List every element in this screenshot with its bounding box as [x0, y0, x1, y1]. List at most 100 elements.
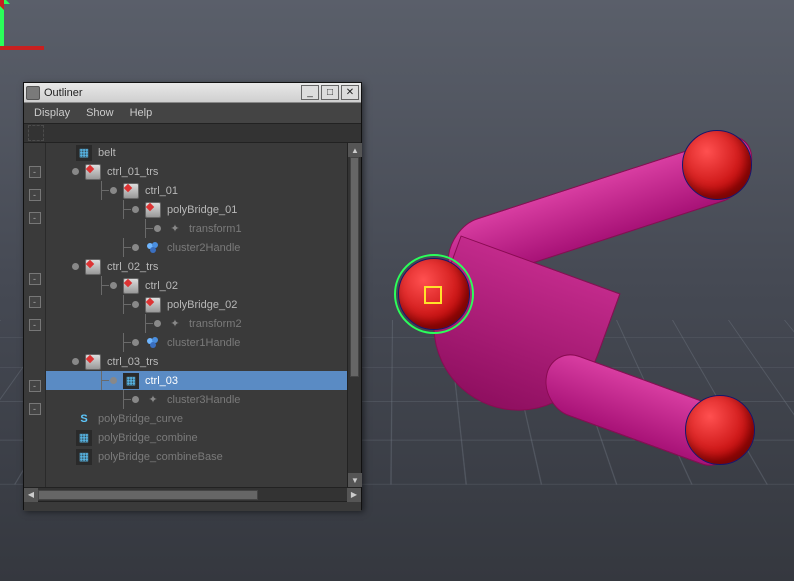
node-label: polyBridge_01	[165, 204, 237, 216]
tree-connector	[94, 276, 110, 295]
transform-icon: ✦	[145, 392, 161, 408]
tree-connector	[138, 314, 154, 333]
transform-group-icon	[145, 202, 161, 218]
connection-dot-icon	[154, 320, 161, 327]
node-label: polyBridge_combineBase	[96, 451, 223, 463]
node-label: cluster1Handle	[165, 337, 240, 349]
tree-connector	[116, 333, 132, 352]
menu-bar: Display Show Help	[24, 103, 361, 123]
expand-gutter: - - - - - - - -	[24, 143, 46, 487]
mesh-icon	[76, 449, 92, 465]
expand-toggle[interactable]: -	[29, 212, 41, 224]
tree-connector	[116, 200, 132, 219]
tree-row[interactable]: ctrl_01	[46, 181, 361, 200]
tree-connector	[94, 181, 110, 200]
maximize-button[interactable]: □	[321, 85, 339, 100]
node-label: belt	[96, 147, 116, 159]
tree-row[interactable]: ✦ transform2	[46, 314, 361, 333]
window-title: Outliner	[44, 87, 83, 99]
ctrl-01-mesh	[685, 395, 755, 465]
horizontal-scrollbar[interactable]: ◀ ▶	[24, 487, 361, 501]
tree-row[interactable]: cluster1Handle	[46, 333, 361, 352]
expand-toggle[interactable]: -	[29, 319, 41, 331]
titlebar[interactable]: Outliner _ □ ✕	[24, 83, 361, 103]
node-label: polyBridge_curve	[96, 413, 183, 425]
scroll-up-button[interactable]: ▲	[348, 143, 362, 157]
scroll-right-button[interactable]: ▶	[347, 488, 361, 502]
tree-row[interactable]: ctrl_02	[46, 276, 361, 295]
mesh-icon	[123, 373, 139, 389]
outliner-tree[interactable]: beltctrl_01_trsctrl_01polyBridge_01✦tran…	[46, 143, 361, 487]
node-label: cluster2Handle	[165, 242, 240, 254]
connection-dot-icon	[132, 339, 139, 346]
cluster-icon	[145, 335, 161, 351]
tree-row[interactable]: ctrl_01_trs	[46, 162, 361, 181]
expand-toggle[interactable]: -	[29, 189, 41, 201]
tree-connector	[94, 371, 110, 390]
menu-help[interactable]: Help	[130, 107, 153, 119]
node-label: ctrl_02_trs	[105, 261, 158, 273]
tree-row[interactable]: polyBridge_02	[46, 295, 361, 314]
expand-toggle[interactable]: -	[29, 403, 41, 415]
vscroll-thumb[interactable]	[350, 157, 359, 377]
tree-row[interactable]: cluster2Handle	[46, 238, 361, 257]
hscroll-thumb[interactable]	[38, 490, 258, 500]
ctrl-02-mesh	[682, 130, 752, 200]
connection-dot-icon	[72, 263, 79, 270]
tree-row[interactable]: polyBridge_01	[46, 200, 361, 219]
connection-dot-icon	[132, 301, 139, 308]
tree-row[interactable]: polyBridge_combineBase	[46, 447, 361, 466]
expand-toggle[interactable]: -	[29, 296, 41, 308]
tree-row[interactable]: ctrl_02_trs	[46, 257, 361, 276]
tree-row[interactable]: belt	[46, 143, 361, 162]
tree-connector	[138, 219, 154, 238]
minimize-button[interactable]: _	[301, 85, 319, 100]
tree-row[interactable]: ✦transform1	[46, 219, 361, 238]
outliner-window: Outliner _ □ ✕ Display Show Help -------…	[23, 82, 362, 510]
translate-x-axis[interactable]	[0, 46, 44, 50]
node-label: ctrl_02	[143, 280, 178, 292]
tree-connector	[116, 390, 132, 409]
connection-dot-icon	[110, 187, 117, 194]
connection-dot-icon	[72, 168, 79, 175]
tree-connector	[116, 295, 132, 314]
connection-dot-icon	[110, 282, 117, 289]
expand-toggle[interactable]: -	[29, 166, 41, 178]
transform-group-icon	[85, 259, 101, 275]
scroll-down-button[interactable]: ▼	[348, 473, 362, 487]
mesh-icon	[76, 145, 92, 161]
mesh-icon	[76, 430, 92, 446]
tree-row[interactable]: polyBridge_combine	[46, 428, 361, 447]
vertical-scrollbar[interactable]: ▲ ▼	[347, 143, 361, 487]
node-label: cluster3Handle	[165, 394, 240, 406]
node-label: ctrl_01	[143, 185, 178, 197]
transform-group-icon	[123, 278, 139, 294]
node-label: ctrl_03_trs	[105, 356, 158, 368]
connection-dot-icon	[154, 225, 161, 232]
filter-icon[interactable]	[28, 125, 44, 141]
transform-group-icon	[85, 354, 101, 370]
curve-icon: S	[76, 411, 92, 427]
menu-display[interactable]: Display	[34, 107, 70, 119]
translate-center[interactable]	[424, 286, 442, 304]
connection-dot-icon	[72, 358, 79, 365]
menu-show[interactable]: Show	[86, 107, 114, 119]
node-label: transform1	[187, 223, 242, 235]
node-label: transform2	[187, 318, 242, 330]
tree-row[interactable]: ✦ cluster3Handle	[46, 390, 361, 409]
transform-icon: ✦	[167, 316, 183, 332]
expand-toggle[interactable]: -	[29, 380, 41, 392]
tree-row[interactable]: ctrl_03_trs	[46, 352, 361, 371]
tree-row[interactable]: SpolyBridge_curve	[46, 409, 361, 428]
tree-row[interactable]: ctrl_03	[46, 371, 361, 390]
connection-dot-icon	[132, 206, 139, 213]
expand-toggle[interactable]: -	[29, 273, 41, 285]
cluster-icon	[145, 240, 161, 256]
node-label: ctrl_01_trs	[105, 166, 158, 178]
status-strip	[24, 501, 361, 511]
transform-group-icon	[123, 183, 139, 199]
close-button[interactable]: ✕	[341, 85, 359, 100]
app-icon	[26, 86, 40, 100]
node-label: polyBridge_combine	[96, 432, 198, 444]
filter-input[interactable]	[48, 127, 357, 139]
